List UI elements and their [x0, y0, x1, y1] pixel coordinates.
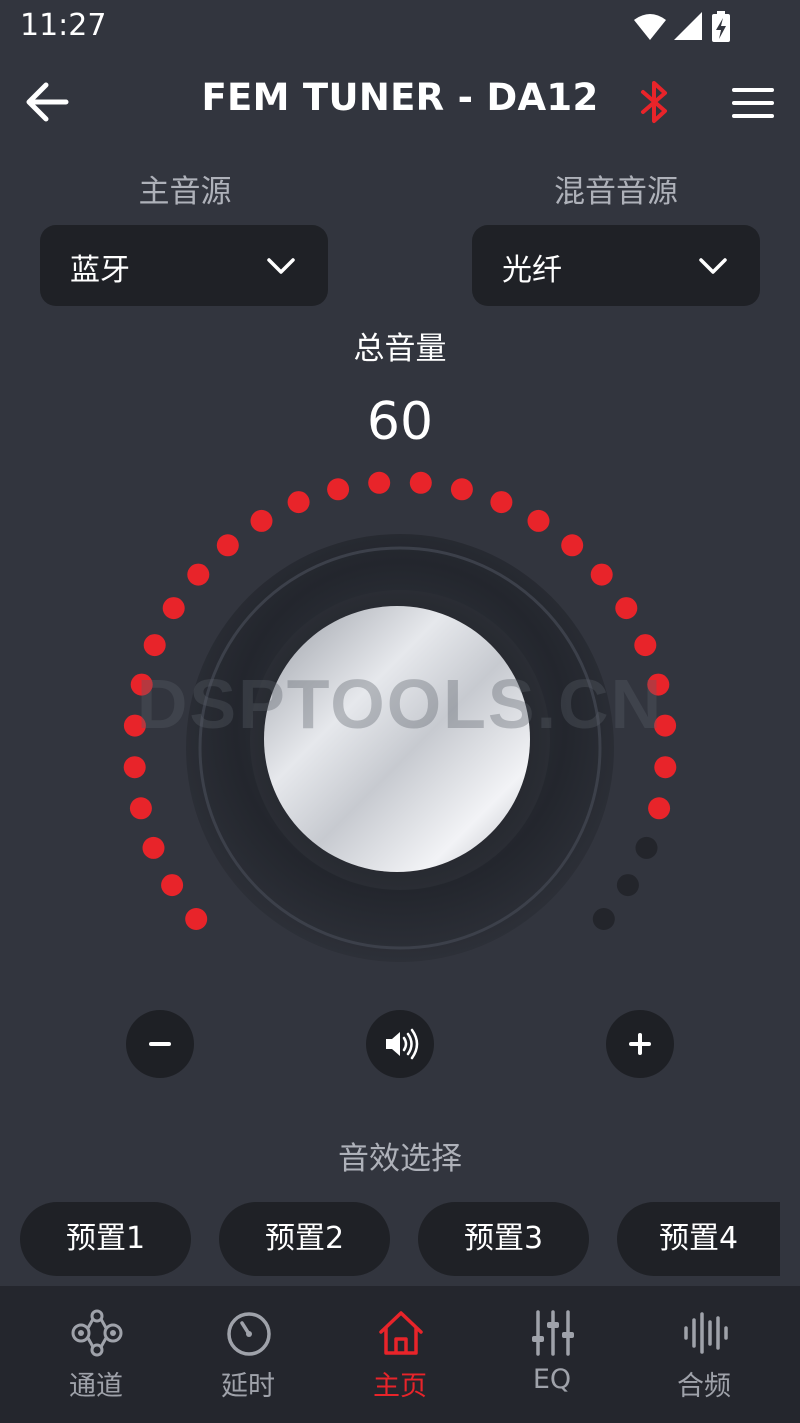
status-icons	[634, 11, 730, 42]
chevron-down-icon	[699, 258, 727, 274]
volume-dot-lit	[561, 534, 584, 557]
preset-2-button[interactable]: 预置2	[219, 1202, 390, 1276]
volume-dot-lit	[409, 471, 432, 494]
main-source-label: 主音源	[138, 174, 232, 210]
volume-value: 60	[366, 392, 434, 452]
volume-dot-lit	[142, 836, 165, 859]
volume-down-button[interactable]	[126, 1010, 194, 1078]
nav-label-channel: 通道	[69, 1371, 123, 1402]
watermark-logo: DSPTOOLS.CN	[137, 665, 663, 743]
volume-dot-lit	[654, 756, 677, 779]
volume-label: 总音量	[353, 331, 447, 367]
page-title: FEM TUNER - DA12	[201, 76, 599, 119]
volume-dot-lit	[590, 563, 613, 586]
nav-item-crossover[interactable]: 合频	[628, 1286, 780, 1423]
volume-dot-lit	[123, 756, 146, 779]
eq-sliders-icon	[532, 1310, 574, 1356]
volume-dot-lit	[634, 634, 657, 657]
volume-dot-lit	[216, 534, 239, 557]
volume-dot-lit	[187, 563, 210, 586]
nav-label-crossover: 合频	[677, 1371, 731, 1402]
back-button[interactable]	[22, 78, 74, 126]
timer-dial-icon	[227, 1312, 271, 1356]
nav-item-eq[interactable]: EQ	[476, 1286, 628, 1423]
arrow-left-icon	[26, 82, 69, 122]
nav-item-home[interactable]: 主页	[324, 1286, 476, 1423]
bottom-nav: 通道 延时 主页 EQ 合频	[0, 1286, 800, 1423]
volume-dot-lit	[129, 797, 152, 820]
menu-button[interactable]	[728, 80, 778, 126]
volume-dot-lit	[250, 509, 273, 532]
volume-dot-lit	[162, 597, 185, 620]
volume-dot-lit	[143, 634, 166, 657]
volume-dot-lit	[185, 908, 208, 930]
waveform-icon	[684, 1312, 728, 1354]
main-source-value: 蓝牙	[70, 253, 130, 288]
speaker-volume-icon	[386, 1028, 419, 1060]
nav-label-home: 主页	[373, 1371, 427, 1402]
volume-dot-lit	[527, 509, 550, 532]
volume-dot-lit	[161, 874, 184, 897]
volume-dot-lit	[287, 491, 310, 514]
wifi-icon	[634, 14, 666, 40]
chevron-down-icon	[267, 258, 295, 274]
volume-knob[interactable]: DSPTOOLS.CN	[0, 455, 800, 995]
preset-3-button[interactable]: 预置3	[418, 1202, 589, 1276]
nav-label-delay: 延时	[221, 1371, 275, 1402]
bluetooth-button[interactable]	[636, 78, 674, 126]
mix-source-label: 混音音源	[554, 174, 678, 210]
mute-button[interactable]	[366, 1010, 434, 1078]
nav-item-delay[interactable]: 延时	[172, 1286, 324, 1423]
minus-icon	[149, 1042, 171, 1046]
volume-dot-lit	[450, 478, 473, 501]
volume-up-button[interactable]	[606, 1010, 674, 1078]
nav-item-channel[interactable]: 通道	[20, 1286, 172, 1423]
preset-1-button[interactable]: 预置1	[20, 1202, 191, 1276]
volume-dot-lit	[490, 491, 513, 514]
bluetooth-icon	[641, 81, 667, 123]
cell-signal-icon	[674, 12, 702, 40]
volume-dot-unlit	[592, 908, 615, 930]
plus-icon	[629, 1033, 651, 1055]
hamburger-menu-icon	[732, 88, 774, 118]
mix-source-value: 光纤	[502, 253, 562, 288]
nav-label-eq: EQ	[532, 1364, 572, 1395]
mix-source-dropdown[interactable]: 光纤	[472, 225, 760, 306]
home-icon	[379, 1311, 423, 1355]
channel-nodes-icon	[71, 1309, 123, 1357]
volume-dot-lit	[648, 797, 671, 820]
volume-dot-unlit	[616, 874, 639, 897]
volume-dot-unlit	[635, 836, 658, 859]
main-source-dropdown[interactable]: 蓝牙	[40, 225, 328, 306]
volume-dot-lit	[327, 478, 350, 501]
battery-charging-icon	[712, 11, 730, 42]
effect-select-label: 音效选择	[338, 1141, 462, 1177]
status-time: 11:27	[20, 8, 107, 43]
volume-dot-lit	[368, 471, 391, 494]
volume-dot-lit	[615, 597, 638, 620]
preset-4-button[interactable]: 预置4	[617, 1202, 780, 1276]
